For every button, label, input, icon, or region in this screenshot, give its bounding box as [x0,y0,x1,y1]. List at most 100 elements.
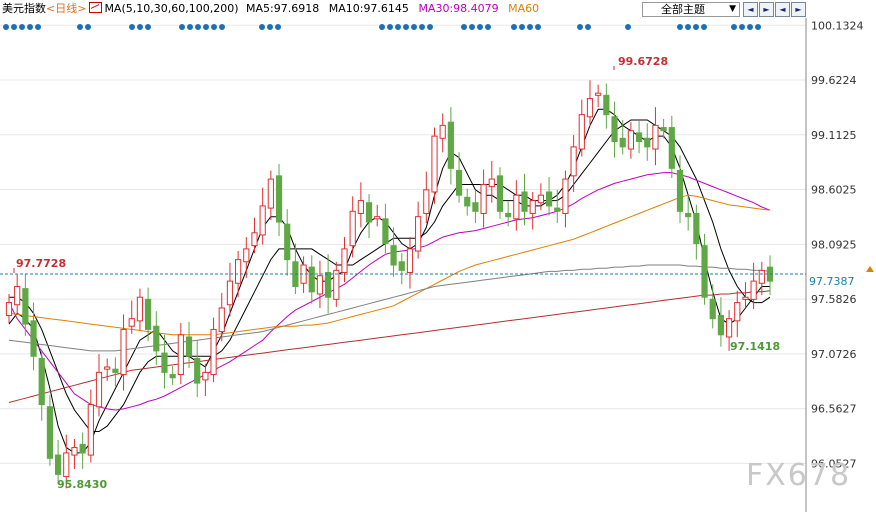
period-label[interactable]: <日线> [46,0,86,18]
instrument-title: 美元指数 [2,2,46,15]
zoom-in-button[interactable]: ► [791,2,806,17]
event-dot [747,24,753,30]
event-dot [477,24,483,30]
theme-select[interactable]: 全部主题 ▼ [642,2,740,17]
candle-up [562,178,569,214]
candle-down [545,191,553,207]
candle-up [758,269,765,284]
current-price-marker-icon [866,266,874,272]
event-dot [27,24,33,30]
event-dot [35,24,41,30]
candle-down [112,368,119,373]
candle-up [488,178,495,188]
event-dot [577,24,583,30]
candle-down [54,454,62,475]
candle-up [537,194,544,204]
candle-up [357,200,364,214]
candle-up [316,275,324,295]
candle-up [349,210,356,247]
candle-up [415,216,422,252]
event-dot [519,24,525,30]
candle-down [635,132,643,142]
candle-up [423,189,430,214]
candle-down [145,298,152,330]
event-dot [693,24,699,30]
candle-down [668,127,675,169]
candle-up [627,130,634,150]
candle-down [505,212,512,218]
event-dot [511,24,517,30]
candle-up [725,318,733,338]
watermark: FX678 [746,458,852,493]
event-dot [403,24,409,30]
candle-up [374,216,381,220]
event-dot [685,24,691,30]
event-dot [85,24,91,30]
scroll-left-button[interactable]: ◄ [743,2,758,17]
event-dot [395,24,401,30]
event-dot [195,24,201,30]
candle-up [202,371,209,381]
candle-down [30,320,37,357]
candle-up [95,371,103,408]
theme-select-label: 全部主题 [661,3,705,16]
candle-down [161,352,168,373]
candle-down [676,169,684,212]
candle-down [472,202,479,212]
candle-down [611,116,618,143]
candle-down [521,191,528,212]
event-dot [625,24,631,30]
candle-down [554,207,561,212]
event-dot [387,24,393,30]
event-dot [379,24,385,30]
event-dot [179,24,185,30]
candle-down [38,357,45,406]
candle-down [455,169,463,196]
candle-up [652,124,659,150]
candle-up [104,366,111,370]
event-dot [77,24,83,30]
candle-up [513,194,520,220]
y-tick-label: 99.1125 [811,129,857,142]
candle-down [464,196,471,207]
event-dot [469,24,475,30]
event-dot [137,24,143,30]
ma-params[interactable]: MA(5,10,30,60,100,200) [104,0,238,18]
candle-down [365,202,373,223]
event-dot [219,24,225,30]
candle-up [243,248,250,263]
candle-up [177,334,184,376]
candle-down [709,298,716,320]
ma5-value: MA5:97.6918 [246,2,320,15]
event-dot [275,24,281,30]
candle-up [259,205,266,236]
event-dot [187,24,193,30]
candle-down [79,443,86,454]
candle-down [717,314,725,336]
candle-up [128,318,135,327]
event-dot [3,24,9,30]
candle-up [120,328,127,376]
event-dot [701,24,707,30]
candle-down [169,374,176,379]
candle-up [529,200,536,214]
candle-down [603,94,610,116]
candle-down [496,175,504,212]
scroll-right-button[interactable]: ► [759,2,774,17]
low-left-annotation: 95.8430 [57,478,107,491]
candle-up [439,124,446,139]
ma-indicator-icon[interactable] [89,2,103,13]
candle-up [235,259,242,284]
candle-down [325,272,332,298]
candle-up [218,307,225,333]
candle-down [284,223,291,261]
zoom-out-button[interactable]: ◄ [775,2,790,17]
candle-down [22,288,29,325]
candle-down [447,121,454,169]
candle-up [333,269,340,300]
y-tick-label: 97.0726 [811,348,857,361]
y-tick-label: 97.5826 [811,293,857,306]
candle-up [71,447,78,456]
candle-up [341,248,348,274]
candle-up [742,296,749,300]
